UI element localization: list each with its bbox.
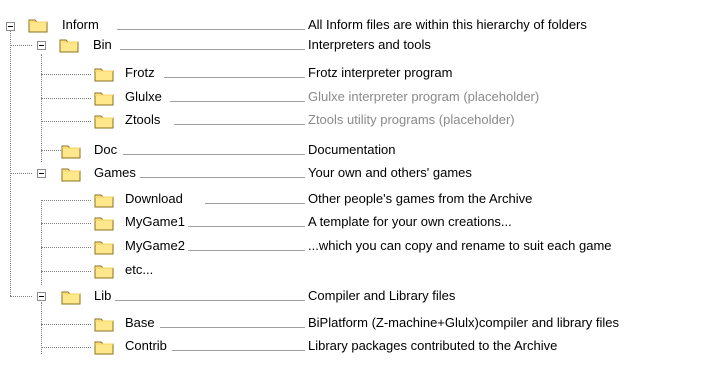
folder-description: A template for your own creations...	[308, 214, 512, 229]
folder-description: Library packages contributed to the Arch…	[308, 338, 558, 353]
tree-row-doc[interactable]: Doc Documentation	[0, 140, 719, 165]
folder-icon	[59, 39, 79, 53]
leader-line	[115, 300, 305, 301]
folder-description: Ztools utility programs (placeholder)	[308, 112, 515, 127]
tree-connector	[41, 247, 91, 248]
folder-label[interactable]: Ztools	[125, 112, 160, 128]
tree-connector	[41, 271, 91, 272]
tree-connector	[41, 74, 91, 75]
folder-icon	[94, 265, 114, 279]
tree-connector	[41, 223, 91, 224]
folder-label[interactable]: Games	[94, 165, 136, 181]
tree-connector	[41, 347, 91, 348]
leader-line	[170, 101, 305, 102]
folder-icon	[94, 241, 114, 255]
folder-label[interactable]: Base	[125, 315, 155, 331]
folder-icon	[94, 68, 114, 82]
folder-label[interactable]: Doc	[94, 142, 117, 158]
collapse-minus-icon[interactable]	[37, 41, 46, 50]
tree-connector	[41, 200, 91, 201]
folder-icon	[94, 92, 114, 106]
tree-row-ztools[interactable]: Ztools Ztools utility programs (placehol…	[0, 108, 719, 133]
folder-description: Your own and others' games	[308, 165, 472, 180]
tree-row-contrib[interactable]: Contrib Library packages contributed to …	[0, 334, 719, 359]
folder-description: Interpreters and tools	[308, 37, 431, 52]
tree-connector	[10, 173, 32, 174]
tree-row-games[interactable]: Games Your own and others' games	[0, 163, 719, 188]
leader-line	[164, 77, 305, 78]
tree-row-bin[interactable]: Bin Interpreters and tools	[0, 26, 719, 53]
folder-icon	[61, 291, 81, 305]
folder-icon	[94, 217, 114, 231]
collapse-minus-icon[interactable]	[37, 169, 46, 178]
tree-row-mygame1[interactable]: MyGame1 A template for your own creation…	[0, 210, 719, 235]
folder-description: Frotz interpreter program	[308, 65, 453, 80]
tree-row-glulxe[interactable]: Glulxe Glulxe interpreter program (place…	[0, 85, 719, 110]
tree-row-download[interactable]: Download Other people's games from the A…	[0, 187, 719, 212]
folder-label[interactable]: etc...	[125, 262, 153, 278]
leader-line	[174, 124, 305, 125]
leader-line	[160, 327, 305, 328]
folder-label[interactable]: Lib	[94, 288, 111, 304]
collapse-minus-icon[interactable]	[37, 292, 46, 301]
folder-label[interactable]: Glulxe	[125, 89, 162, 105]
leader-line	[188, 226, 305, 227]
tree-row-lib[interactable]: Lib Compiler and Library files	[0, 287, 719, 312]
folder-icon	[61, 145, 81, 159]
leader-line	[140, 177, 305, 178]
folder-label[interactable]: MyGame2	[125, 238, 185, 254]
tree-connector	[41, 324, 91, 325]
folder-icon	[94, 194, 114, 208]
leader-line	[120, 49, 305, 50]
folder-icon	[94, 115, 114, 129]
tree-connector	[10, 45, 32, 46]
tree-row-frotz[interactable]: Frotz Frotz interpreter program	[0, 61, 719, 86]
folder-icon	[61, 168, 81, 182]
leader-line	[205, 203, 305, 204]
folder-description: Documentation	[308, 142, 396, 157]
tree-connector	[41, 98, 91, 99]
folder-label[interactable]: MyGame1	[125, 214, 185, 230]
folder-label[interactable]: Download	[125, 191, 183, 207]
folder-label[interactable]: Frotz	[125, 65, 155, 81]
folder-description: Other people's games from the Archive	[308, 191, 533, 206]
folder-label[interactable]: Contrib	[125, 338, 167, 354]
folder-description: Glulxe interpreter program (placeholder)	[308, 89, 540, 104]
tree-row-mygame2[interactable]: MyGame2 ...which you can copy and rename…	[0, 234, 719, 259]
leader-line	[188, 250, 305, 251]
tree-row-etc[interactable]: etc...	[0, 258, 719, 283]
tree-connector	[10, 296, 32, 297]
leader-line	[123, 154, 305, 155]
folder-description: ...which you can copy and rename to suit…	[308, 238, 612, 253]
folder-description: BiPlatform (Z-machine+Glulx)compiler and…	[308, 315, 620, 330]
tree-connector	[41, 150, 63, 151]
folder-description: Compiler and Library files	[308, 288, 456, 303]
tree-row-base[interactable]: Base BiPlatform (Z-machine+Glulx)compile…	[0, 311, 719, 336]
folder-label[interactable]: Bin	[93, 37, 112, 53]
tree-connector	[41, 121, 91, 122]
leader-line	[172, 350, 305, 351]
folder-tree: Inform All Inform files are within this …	[0, 0, 719, 367]
folder-icon	[94, 318, 114, 332]
folder-icon	[94, 341, 114, 355]
